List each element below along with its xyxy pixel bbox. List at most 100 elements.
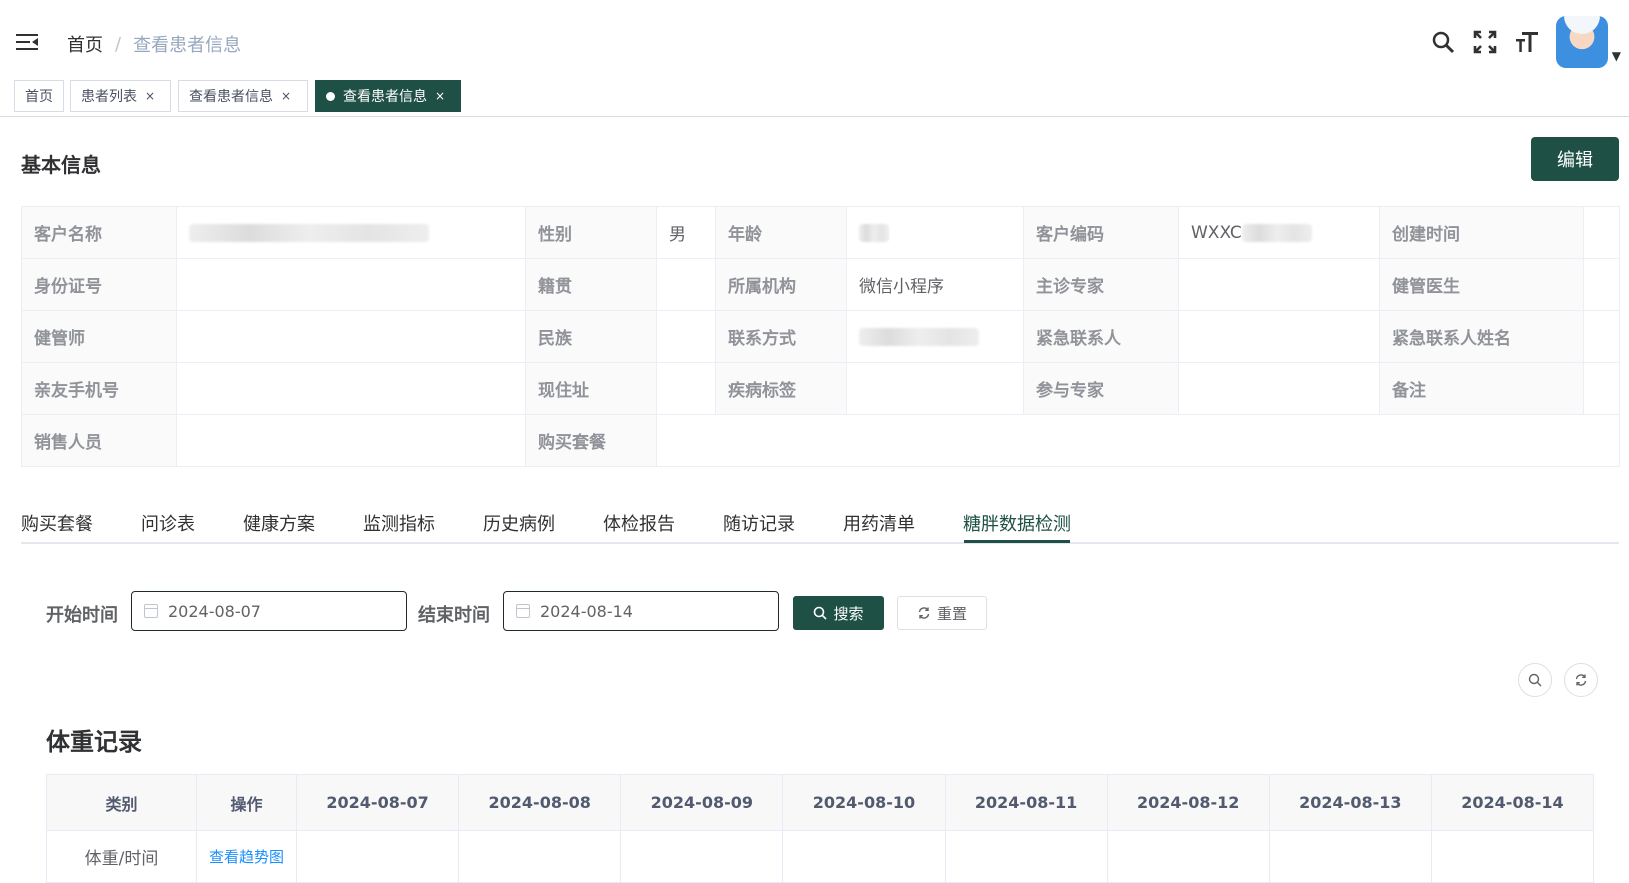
- label-remark: 备注: [1379, 362, 1584, 415]
- tag-view-patient[interactable]: 查看患者信息 ×: [178, 80, 308, 112]
- table-row: 体重/时间 查看趋势图: [46, 830, 1595, 883]
- label-customer-code: 客户编码: [1023, 206, 1179, 259]
- reset-button[interactable]: 重置: [897, 596, 987, 630]
- end-time-label: 结束时间: [418, 605, 490, 626]
- header-date: 2024-08-10: [782, 774, 946, 831]
- cell-value: [295, 830, 460, 883]
- close-icon[interactable]: ×: [281, 89, 291, 103]
- calendar-icon: [516, 604, 530, 618]
- tag-view-patient-active[interactable]: 查看患者信息 ×: [315, 80, 461, 112]
- tab-consultation-form[interactable]: 问诊表: [141, 510, 195, 536]
- header-category: 类别: [46, 774, 197, 831]
- cell-action: 查看趋势图: [196, 830, 297, 883]
- value-remark: [1583, 362, 1620, 415]
- cell-value: [944, 830, 1108, 883]
- active-dot-icon: [326, 91, 335, 101]
- label-ethnicity: 民族: [525, 310, 657, 363]
- refresh-icon: [1575, 674, 1587, 686]
- value-salesperson: [176, 414, 526, 467]
- cell-value: [1430, 830, 1595, 883]
- caret-down-icon[interactable]: ▼: [1612, 49, 1621, 63]
- value-address: [656, 362, 716, 415]
- search-button-label: 搜索: [833, 604, 864, 623]
- tab-follow-up-records[interactable]: 随访记录: [723, 510, 795, 536]
- value-created-time: [1583, 206, 1620, 259]
- breadcrumb-home[interactable]: 首页: [67, 31, 103, 57]
- label-relative-phone: 亲友手机号: [21, 362, 177, 415]
- cell-category: 体重/时间: [46, 830, 197, 883]
- hamburger-menu-icon[interactable]: [16, 34, 38, 52]
- fullscreen-icon[interactable]: [1464, 21, 1506, 63]
- tab-monitoring-indicators[interactable]: 监测指标: [363, 510, 435, 536]
- cell-value: [458, 830, 622, 883]
- calendar-icon: [144, 604, 158, 618]
- tag-home[interactable]: 首页: [14, 80, 64, 112]
- tag-patient-list[interactable]: 患者列表 ×: [70, 80, 171, 112]
- header-date: 2024-08-11: [944, 774, 1108, 831]
- search-icon[interactable]: [1422, 21, 1464, 63]
- value-native-place: [656, 258, 716, 311]
- value-relative-phone: [176, 362, 526, 415]
- navbar: 首页 / 查看患者信息 ▼: [0, 0, 1629, 76]
- tab-purchased-package[interactable]: 购买套餐: [21, 510, 93, 536]
- value-id-number: [176, 258, 526, 311]
- label-health-doctor: 健管医生: [1379, 258, 1584, 311]
- refresh-button[interactable]: [1564, 663, 1598, 697]
- start-date-value: 2024-08-07: [168, 601, 261, 621]
- value-institution: 微信小程序: [846, 258, 1024, 311]
- close-icon[interactable]: ×: [435, 89, 445, 103]
- basic-info-title: 基本信息: [21, 153, 101, 177]
- label-participating-expert: 参与专家: [1023, 362, 1179, 415]
- label-emergency-contact-name: 紧急联系人姓名: [1379, 310, 1584, 363]
- start-time-label: 开始时间: [46, 605, 118, 626]
- tab-medication-list[interactable]: 用药清单: [843, 510, 915, 536]
- tab-glucose-weight-data[interactable]: 糖胖数据检测: [963, 510, 1071, 536]
- label-health-manager: 健管师: [21, 310, 177, 363]
- end-date-input[interactable]: 2024-08-14: [503, 591, 779, 631]
- label-emergency-contact: 紧急联系人: [1023, 310, 1179, 363]
- cell-value: [782, 830, 946, 883]
- tag-label: 查看患者信息: [189, 89, 273, 105]
- weight-record-title: 体重记录: [46, 728, 142, 756]
- tab-medical-history[interactable]: 历史病例: [483, 510, 555, 536]
- weight-record-table: 类别 操作 2024-08-07 2024-08-08 2024-08-09 2…: [46, 774, 1595, 883]
- breadcrumb: 首页 / 查看患者信息: [67, 31, 241, 57]
- toggle-search-button[interactable]: [1518, 663, 1552, 697]
- start-date-input[interactable]: 2024-08-07: [131, 591, 407, 631]
- label-gender: 性别: [525, 206, 657, 259]
- cell-value: [620, 830, 784, 883]
- label-created-time: 创建时间: [1379, 206, 1584, 259]
- edit-button[interactable]: 编辑: [1531, 137, 1619, 181]
- header-date: 2024-08-13: [1268, 774, 1432, 831]
- tab-physical-exam-report[interactable]: 体检报告: [603, 510, 675, 536]
- value-customer-name: [176, 206, 526, 259]
- font-size-icon[interactable]: [1506, 21, 1548, 63]
- search-icon: [1528, 673, 1542, 687]
- value-health-manager: [176, 310, 526, 363]
- value-health-doctor: [1583, 258, 1620, 311]
- label-disease-tag: 疾病标签: [715, 362, 847, 415]
- value-chief-expert: [1178, 258, 1380, 311]
- header-date: 2024-08-12: [1106, 774, 1270, 831]
- label-customer-name: 客户名称: [21, 206, 177, 259]
- value-purchased-package: [656, 414, 1620, 467]
- value-customer-code: WXXC: [1178, 206, 1380, 259]
- user-avatar[interactable]: [1555, 16, 1608, 68]
- header-date: 2024-08-08: [458, 774, 622, 831]
- value-emergency-contact: [1178, 310, 1380, 363]
- close-icon[interactable]: ×: [145, 89, 155, 103]
- label-id-number: 身份证号: [21, 258, 177, 311]
- tag-label: 首页: [25, 89, 53, 105]
- header-date: 2024-08-07: [295, 774, 460, 831]
- basic-info-table: 客户名称 性别 男 年龄 客户编码 WXXC 创建时间 身份证号 籍贯 所属机构…: [21, 206, 1620, 467]
- value-participating-expert: [1178, 362, 1380, 415]
- value-age: [846, 206, 1024, 259]
- tab-health-plan[interactable]: 健康方案: [243, 510, 315, 536]
- breadcrumb-current: 查看患者信息: [133, 35, 242, 56]
- search-button[interactable]: 搜索: [793, 596, 884, 630]
- view-trend-link[interactable]: 查看趋势图: [209, 848, 284, 866]
- header-date: 2024-08-14: [1430, 774, 1595, 831]
- label-chief-expert: 主诊专家: [1023, 258, 1179, 311]
- detail-tabs: 购买套餐 问诊表 健康方案 监测指标 历史病例 体检报告 随访记录 用药清单 糖…: [21, 502, 1619, 544]
- label-age: 年龄: [715, 206, 847, 259]
